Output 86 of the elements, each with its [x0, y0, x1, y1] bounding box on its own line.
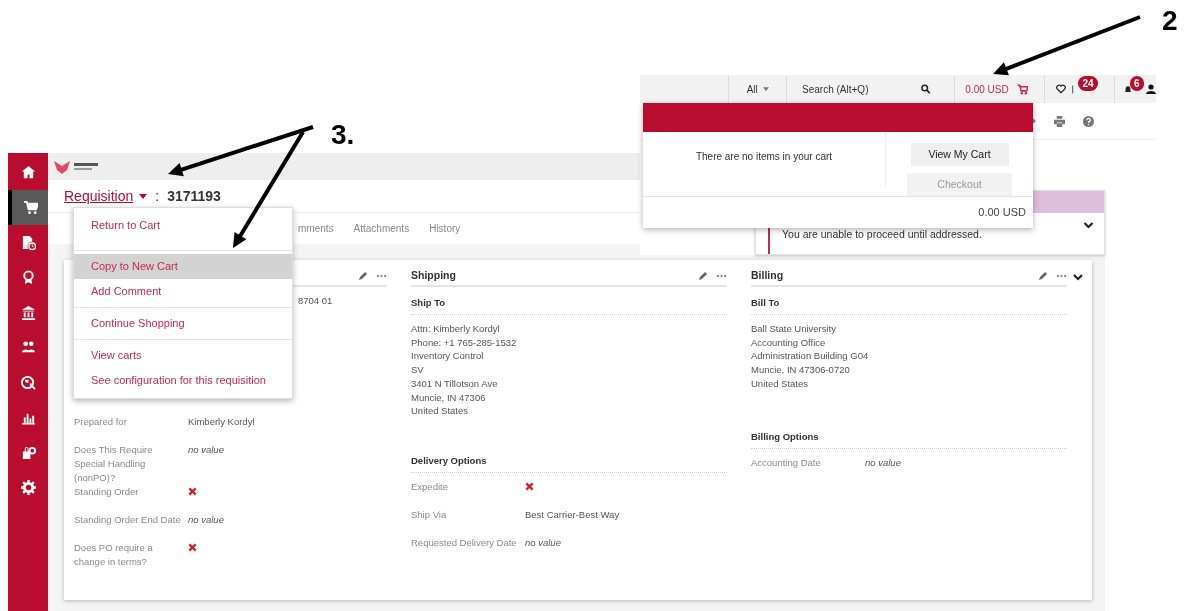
address-line: Inventory Control — [411, 349, 484, 364]
cart-button[interactable]: View My Cart — [910, 143, 1009, 166]
step-number: 2 — [1162, 4, 1178, 38]
tab[interactable]: Attachments — [353, 213, 410, 244]
address-line: Administration Building G04 — [751, 349, 869, 364]
field-label: Accounting Date — [751, 455, 822, 470]
field-label: Expedite — [411, 479, 449, 494]
caret-icon — [139, 193, 148, 199]
cross-icon — [525, 481, 534, 491]
field-label: Does This Require Special Handling (nonPO)? — [74, 443, 154, 485]
address-line: Attn: Kimberly Kordyl — [411, 322, 500, 336]
menu-item[interactable]: See configuration for this requisition — [74, 368, 292, 393]
home-icon — [20, 165, 36, 180]
address-line: SV — [411, 363, 424, 377]
more-icon[interactable] — [376, 273, 387, 278]
award-icon — [20, 270, 36, 285]
chevron-down-icon[interactable] — [1073, 274, 1083, 281]
requisition-link[interactable]: Requisition — [64, 185, 148, 207]
count-badge: 24 — [1078, 76, 1098, 91]
separator: : — [154, 186, 161, 206]
subsection-title: Billing Options — [751, 426, 1067, 449]
section-title: Shipping — [411, 267, 456, 283]
field-value: Best Carrier-Best Way — [525, 508, 620, 520]
edit-icon[interactable] — [698, 270, 708, 281]
menu-item[interactable]: Copy to New Cart — [74, 254, 292, 279]
address-line: Muncie, IN 47306-0720 — [751, 363, 850, 377]
alert-message: You are unable to proceed until addressed. — [782, 227, 983, 243]
address-line: Ball State University — [751, 322, 836, 336]
cart-button: Checkout — [907, 173, 1012, 196]
cart-icon — [22, 200, 38, 215]
edit-icon[interactable] — [1038, 270, 1048, 281]
bell-icon[interactable] — [1124, 84, 1132, 94]
count-badge: 6 — [1130, 76, 1144, 91]
menu-item[interactable]: View carts — [74, 343, 292, 368]
field-label: Standing Order End Date — [74, 513, 182, 527]
field-label: Prepared for — [74, 415, 128, 429]
field-value: no value — [188, 514, 224, 525]
menu-item[interactable]: Add Comment — [74, 279, 292, 304]
field-value: no value — [865, 456, 901, 468]
field-label: Does PO require a change in terms? — [74, 541, 154, 569]
address-line: Muncie, IN 47306 — [411, 390, 486, 405]
sidebar-item[interactable] — [8, 190, 48, 225]
globe-search-icon — [20, 375, 36, 390]
field-value: no value — [525, 536, 561, 548]
people-icon — [20, 340, 36, 355]
subsection-title: Bill To — [751, 293, 1067, 315]
tab[interactable]: mments — [298, 213, 334, 244]
menu-item[interactable]: Continue Shopping — [74, 311, 292, 336]
heart-icon[interactable] — [1056, 84, 1067, 94]
menu-item[interactable]: Return to Cart — [74, 213, 292, 238]
edit-icon[interactable] — [358, 270, 368, 281]
address-line: United States — [411, 404, 469, 418]
empty-cart-message: There are no items in your cart — [695, 150, 833, 164]
search-field[interactable]: Search (Alt+Q) — [802, 81, 922, 97]
lock-gear-icon — [20, 445, 36, 460]
caret-icon — [762, 87, 769, 91]
more-icon[interactable] — [716, 273, 727, 278]
print-icon[interactable] — [1054, 115, 1065, 127]
field-label: Ship Via — [411, 507, 448, 522]
address-line: Accounting Office — [751, 335, 826, 350]
search-icon[interactable] — [921, 84, 931, 94]
user-icon[interactable] — [1146, 84, 1156, 94]
settings-icon — [20, 480, 36, 495]
address-line: United States — [751, 376, 809, 391]
subsection-title: Delivery Options — [411, 450, 727, 473]
cross-icon — [188, 543, 197, 552]
address-line: 3401 N Tillotson Ave — [411, 376, 498, 391]
cross-icon — [188, 487, 197, 496]
cart-total: 0.00 USD — [978, 205, 1026, 221]
document-clock-icon — [20, 235, 36, 250]
requisition-number: 3171193 — [167, 186, 221, 206]
field-value: 8704 01 — [298, 295, 333, 306]
section-title: Billing — [751, 267, 784, 283]
help-icon[interactable] — [1083, 115, 1094, 127]
more-icon[interactable] — [1056, 273, 1067, 278]
step-number: 3. — [331, 118, 355, 152]
subsection-title: Ship To — [411, 293, 727, 315]
address-line: Phone: +1 765-285-1532 — [411, 335, 517, 350]
field-label: Standing Order — [74, 485, 140, 499]
field-value: no value — [188, 444, 224, 455]
bank-icon — [20, 305, 36, 320]
cart-icon — [1016, 83, 1028, 95]
field-value: Kimberly Kordyl — [188, 416, 255, 427]
chevron-down-icon[interactable] — [1083, 222, 1094, 229]
field-label: Requested Delivery Date — [411, 535, 518, 550]
tab[interactable]: History — [429, 213, 461, 244]
